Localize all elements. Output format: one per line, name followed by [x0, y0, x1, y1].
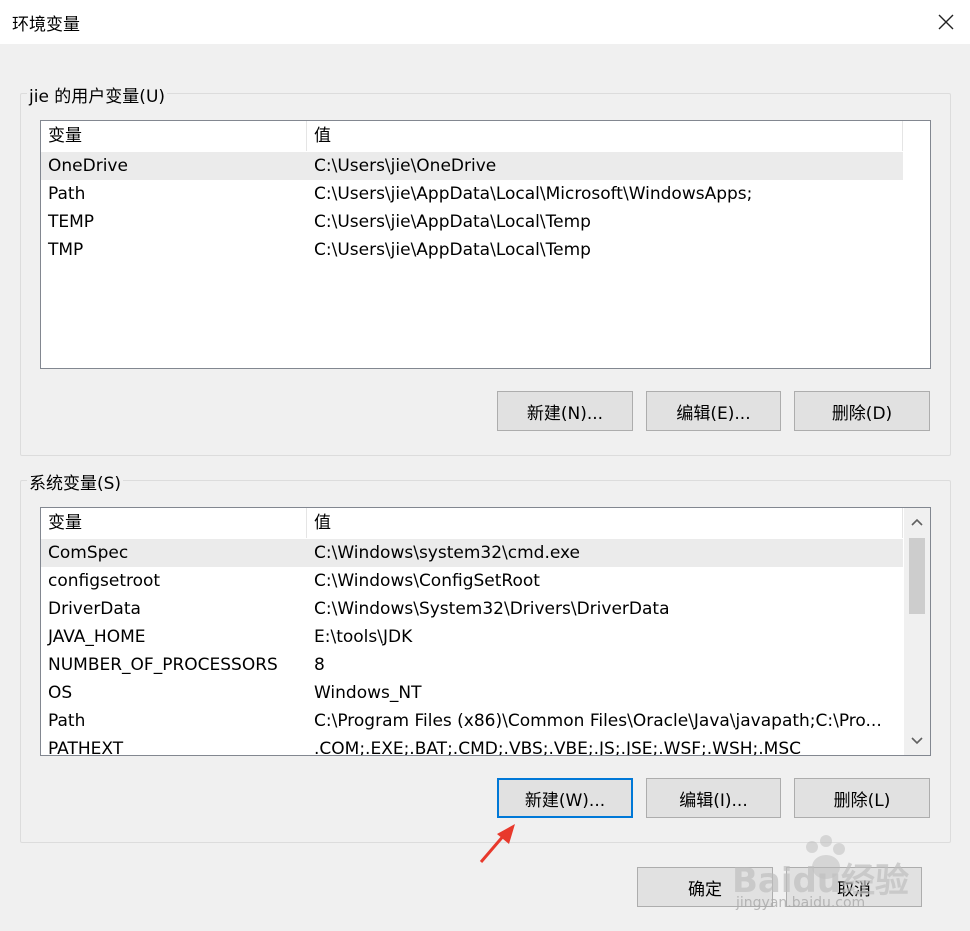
- variable-value-cell: C:\Users\jie\AppData\Local\Temp: [314, 212, 591, 232]
- header-value[interactable]: 值: [307, 121, 903, 151]
- variable-value-cell: E:\tools\JDK: [314, 627, 413, 647]
- chevron-down-icon: [911, 737, 923, 745]
- table-row[interactable]: Path C:\Users\jie\AppData\Local\Microsoft…: [41, 180, 903, 208]
- variable-name-cell: Path: [48, 711, 86, 731]
- variable-name-cell: PATHEXT: [48, 739, 124, 756]
- variable-name-cell: DriverData: [48, 599, 141, 619]
- system-rows: ComSpec C:\Windows\system32\cmd.exe config…: [41, 539, 903, 756]
- variable-value-cell: C:\Program Files (x86)\Common Files\Orac…: [314, 711, 882, 731]
- baidu-watermark: Baidu经验 jingyan.baidu.com: [732, 831, 922, 911]
- variable-name-cell: OS: [48, 683, 73, 703]
- table-row[interactable]: TMP C:\Users\jie\AppData\Local\Temp: [41, 236, 903, 264]
- system-new-button[interactable]: 新建(W)...: [497, 778, 633, 818]
- system-variables-list[interactable]: 变量 值 ComSpec C:\Windows\system32\cmd.exe c…: [40, 507, 931, 756]
- variable-value-cell: Windows_NT: [314, 683, 422, 703]
- variable-name-cell: TEMP: [48, 212, 95, 232]
- header-value[interactable]: 值: [307, 508, 903, 538]
- table-row[interactable]: ComSpec C:\Windows\system32\cmd.exe: [41, 539, 903, 567]
- variable-name-cell: TMP: [48, 240, 84, 260]
- variable-value-cell: C:\Windows\ConfigSetRoot: [314, 571, 540, 591]
- title-bar: 环境变量: [0, 0, 970, 44]
- variable-value-cell: .COM;.EXE;.BAT;.CMD;.VBS;.VBE;.JS;.JSE;.…: [314, 739, 802, 756]
- chevron-up-icon: [911, 518, 923, 526]
- scroll-up-button[interactable]: [904, 508, 930, 536]
- table-row[interactable]: configsetroot C:\Windows\ConfigSetRoot: [41, 567, 903, 595]
- table-row[interactable]: OneDrive C:\Users\jie\OneDrive: [41, 152, 903, 180]
- watermark-url: jingyan.baidu.com: [736, 895, 866, 911]
- variable-value-cell: C:\Users\jie\AppData\Local\Microsoft\Win…: [314, 184, 753, 204]
- system-list-scrollbar[interactable]: [904, 508, 930, 755]
- scroll-thumb[interactable]: [909, 538, 925, 614]
- variable-value-cell: 8: [314, 655, 325, 675]
- annotation-arrow-icon: [479, 824, 515, 863]
- window-title: 环境变量: [12, 15, 80, 35]
- scroll-down-button[interactable]: [904, 727, 930, 755]
- close-icon: [938, 14, 954, 30]
- table-row[interactable]: TEMP C:\Users\jie\AppData\Local\Temp: [41, 208, 903, 236]
- user-new-button[interactable]: 新建(N)...: [497, 391, 633, 431]
- user-delete-button[interactable]: 删除(D): [794, 391, 930, 431]
- table-row[interactable]: JAVA_HOME E:\tools\JDK: [41, 623, 903, 651]
- close-button[interactable]: [922, 0, 970, 44]
- system-variables-label: 系统变量(S): [27, 469, 124, 494]
- variable-value-cell: C:\Windows\system32\cmd.exe: [314, 543, 581, 563]
- table-row[interactable]: Path C:\Program Files (x86)\Common Files\…: [41, 707, 903, 735]
- user-rows: OneDrive C:\Users\jie\OneDrive Path C:\User…: [41, 152, 903, 264]
- user-variables-list[interactable]: 变量 值 OneDrive C:\Users\jie\OneDrive Path C:…: [40, 120, 931, 369]
- user-edit-button[interactable]: 编辑(E)...: [646, 391, 781, 431]
- variable-name-cell: configsetroot: [48, 571, 161, 591]
- header-name[interactable]: 变量: [41, 121, 307, 151]
- header-name[interactable]: 变量: [41, 508, 307, 538]
- variable-name-cell: JAVA_HOME: [48, 627, 146, 647]
- variable-value-cell: C:\Users\jie\AppData\Local\Temp: [314, 240, 591, 260]
- variable-name-cell: Path: [48, 184, 86, 204]
- system-edit-button[interactable]: 编辑(I)...: [646, 778, 781, 818]
- user-list-header: 变量 值: [41, 121, 903, 151]
- variable-value-cell: C:\Windows\System32\Drivers\DriverData: [314, 599, 670, 619]
- variable-name-cell: OneDrive: [48, 156, 128, 176]
- variable-value-cell: C:\Users\jie\OneDrive: [314, 156, 497, 176]
- table-row[interactable]: NUMBER_OF_PROCESSORS 8: [41, 651, 903, 679]
- table-row[interactable]: DriverData C:\Windows\System32\Drivers\Dr…: [41, 595, 903, 623]
- system-delete-button[interactable]: 删除(L): [794, 778, 930, 818]
- variable-name-cell: ComSpec: [48, 543, 129, 563]
- system-list-header: 变量 值: [41, 508, 903, 538]
- user-variables-label: jie 的用户变量(U): [27, 82, 168, 107]
- table-row[interactable]: PATHEXT .COM;.EXE;.BAT;.CMD;.VBS;.VBE;.JS…: [41, 735, 903, 756]
- table-row[interactable]: OS Windows_NT: [41, 679, 903, 707]
- variable-name-cell: NUMBER_OF_PROCESSORS: [48, 655, 278, 675]
